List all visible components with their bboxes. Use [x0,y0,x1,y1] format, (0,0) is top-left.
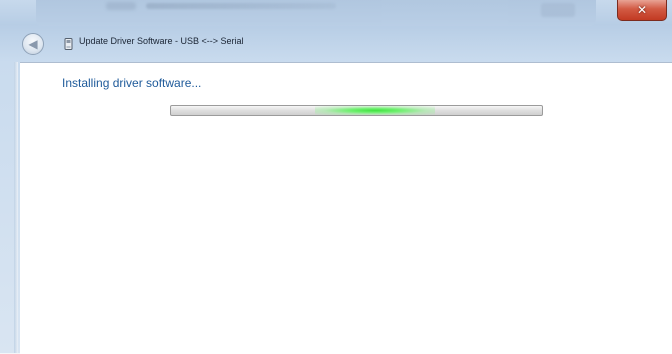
background-window-icon [106,2,136,10]
back-arrow-icon: ◀ [28,37,38,51]
background-window-button [541,3,575,17]
install-progress-bar [170,105,543,116]
installing-heading: Installing driver software... [62,76,202,90]
background-window-title [146,3,336,9]
window-title: Update Driver Software - USB <--> Serial [79,36,244,46]
usb-device-icon [64,38,73,50]
background-window-titlebar [36,0,596,26]
back-button[interactable]: ◀ [22,33,44,55]
close-icon: ✕ [636,3,648,17]
close-button[interactable]: ✕ [617,0,667,21]
progress-marquee [315,106,436,115]
window-left-border [0,62,20,353]
wizard-content: Installing driver software... [20,62,672,354]
window-titlebar: ✕ ◀ Update Driver Software - USB <--> Se… [0,0,672,62]
